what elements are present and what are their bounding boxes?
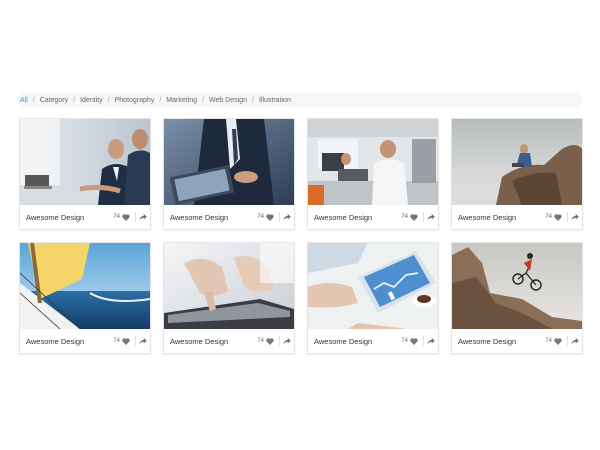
heart-icon <box>122 337 130 345</box>
card-title[interactable]: Awesome Design <box>458 213 545 222</box>
card-title[interactable]: Awesome Design <box>458 337 545 346</box>
like-count: 74 <box>113 338 120 344</box>
card-title[interactable]: Awesome Design <box>26 337 113 346</box>
sailboat-ocean-photo[interactable] <box>20 243 150 329</box>
share-arrow-icon <box>427 213 435 221</box>
share-arrow-icon <box>427 337 435 345</box>
card-title[interactable]: Awesome Design <box>26 213 113 222</box>
filter-separator: / <box>202 96 204 104</box>
heart-icon <box>554 337 562 345</box>
like-count: 74 <box>257 338 264 344</box>
portfolio-card[interactable]: Awesome Design 74 <box>20 243 150 353</box>
portfolio-card[interactable]: Awesome Design 74 <box>20 119 150 229</box>
like-button[interactable]: 74 <box>113 336 136 346</box>
like-button[interactable]: 74 <box>257 212 280 222</box>
share-arrow-icon <box>139 337 147 345</box>
office-computer-workers-photo[interactable] <box>308 119 438 205</box>
filter-marketing[interactable]: Marketing <box>166 97 197 104</box>
filter-web-design[interactable]: Web Design <box>209 97 247 104</box>
portfolio-card[interactable]: Awesome Design 74 <box>164 119 294 229</box>
filter-separator: / <box>73 96 76 104</box>
portfolio-card[interactable]: Awesome Design 74 <box>164 243 294 353</box>
filter-all[interactable]: All <box>20 97 28 104</box>
share-button[interactable] <box>136 213 150 221</box>
filter-separator: / <box>251 96 254 104</box>
business-meeting-laptop-photo[interactable] <box>20 119 150 205</box>
share-arrow-icon <box>139 213 147 221</box>
like-count: 74 <box>257 214 264 220</box>
hand-touching-tablet-photo[interactable] <box>164 243 294 329</box>
portfolio-card[interactable]: Awesome Design 74 <box>308 243 438 353</box>
card-footer: Awesome Design 74 <box>452 329 582 353</box>
portfolio-card[interactable]: Awesome Design 74 <box>308 119 438 229</box>
share-button[interactable] <box>280 213 294 221</box>
card-footer: Awesome Design 74 <box>164 205 294 229</box>
card-footer: Awesome Design 74 <box>20 329 150 353</box>
card-title[interactable]: Awesome Design <box>314 213 401 222</box>
share-button[interactable] <box>280 337 294 345</box>
share-button[interactable] <box>568 337 582 345</box>
cyclist-on-rocks-photo[interactable] <box>452 243 582 329</box>
portfolio-filter-bar: All / Category / Identity / Photography … <box>18 93 582 107</box>
heart-icon <box>410 337 418 345</box>
card-title[interactable]: Awesome Design <box>170 213 257 222</box>
like-count: 74 <box>113 214 120 220</box>
filter-illustration[interactable]: Illustration <box>259 97 291 104</box>
like-button[interactable]: 74 <box>257 336 280 346</box>
heart-icon <box>410 213 418 221</box>
like-button[interactable]: 74 <box>113 212 136 222</box>
share-arrow-icon <box>571 213 579 221</box>
filter-separator: / <box>159 96 162 104</box>
card-footer: Awesome Design 74 <box>308 329 438 353</box>
like-button[interactable]: 74 <box>401 336 424 346</box>
like-button[interactable]: 74 <box>545 336 568 346</box>
card-footer: Awesome Design 74 <box>164 329 294 353</box>
like-count: 74 <box>401 214 408 220</box>
like-count: 74 <box>401 338 408 344</box>
like-count: 74 <box>545 214 552 220</box>
portfolio-card[interactable]: Awesome Design 74 <box>452 243 582 353</box>
share-button[interactable] <box>424 213 438 221</box>
like-button[interactable]: 74 <box>545 212 568 222</box>
heart-icon <box>266 337 274 345</box>
share-arrow-icon <box>571 337 579 345</box>
filter-separator: / <box>107 96 110 104</box>
like-button[interactable]: 74 <box>401 212 424 222</box>
tablet-charts-coffee-photo[interactable] <box>308 243 438 329</box>
card-footer: Awesome Design 74 <box>20 205 150 229</box>
card-footer: Awesome Design 74 <box>452 205 582 229</box>
filter-category[interactable]: Category <box>40 97 68 104</box>
heart-icon <box>122 213 130 221</box>
like-count: 74 <box>545 338 552 344</box>
share-button[interactable] <box>424 337 438 345</box>
share-arrow-icon <box>283 213 291 221</box>
card-title[interactable]: Awesome Design <box>314 337 401 346</box>
man-on-cliff-laptop-photo[interactable] <box>452 119 582 205</box>
filter-identity[interactable]: Identity <box>80 97 103 104</box>
businessman-tablet-photo[interactable] <box>164 119 294 205</box>
card-footer: Awesome Design 74 <box>308 205 438 229</box>
share-arrow-icon <box>283 337 291 345</box>
share-button[interactable] <box>136 337 150 345</box>
filter-separator: / <box>32 96 35 104</box>
filter-photography[interactable]: Photography <box>115 97 155 104</box>
heart-icon <box>266 213 274 221</box>
portfolio-card[interactable]: Awesome Design 74 <box>452 119 582 229</box>
card-title[interactable]: Awesome Design <box>170 337 257 346</box>
heart-icon <box>554 213 562 221</box>
share-button[interactable] <box>568 213 582 221</box>
